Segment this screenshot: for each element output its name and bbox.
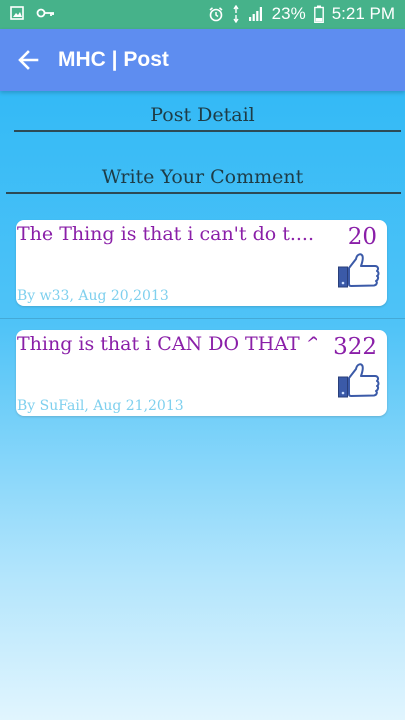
comment-meta: By w33, Aug 20,2013 xyxy=(17,288,169,304)
post-detail-heading: Post Detail xyxy=(150,104,255,126)
comment-text: Thing is that i CAN DO THAT ^ xyxy=(17,333,317,355)
comment-meta: By SuFail, Aug 21,2013 xyxy=(17,398,184,414)
status-left-icons xyxy=(10,6,56,20)
write-comment-heading[interactable]: Write Your Comment xyxy=(0,166,405,188)
data-icon xyxy=(233,5,239,23)
gallery-icon xyxy=(10,6,24,20)
comment-card[interactable]: Thing is that i CAN DO THAT ^ 322 By SuF… xyxy=(16,330,387,416)
comment-card[interactable]: The Thing is that i can't do t.... 20 By… xyxy=(16,220,387,306)
list-divider xyxy=(0,318,405,319)
key-icon xyxy=(36,8,54,18)
clock: 5:21 PM xyxy=(331,4,395,23)
thumbs-up-icon[interactable] xyxy=(337,361,381,399)
thumbs-up-icon[interactable] xyxy=(337,251,381,289)
like-count: 322 xyxy=(333,334,377,360)
app-title: MHC | Post xyxy=(58,48,169,71)
post-detail-divider xyxy=(14,130,401,132)
battery-icon xyxy=(313,5,324,23)
status-right: 23% 5:21 PM xyxy=(208,4,395,24)
arrow-left-icon xyxy=(18,50,39,70)
back-button[interactable] xyxy=(0,29,56,91)
app-bar: MHC | Post xyxy=(0,29,405,91)
write-comment-divider xyxy=(6,192,401,194)
comment-text: The Thing is that i can't do t.... xyxy=(17,223,315,245)
like-count: 20 xyxy=(347,224,377,250)
status-bar: 23% 5:21 PM xyxy=(0,0,405,29)
signal-icon xyxy=(248,7,262,21)
alarm-icon xyxy=(209,7,223,22)
battery-percent: 23% xyxy=(271,4,306,23)
